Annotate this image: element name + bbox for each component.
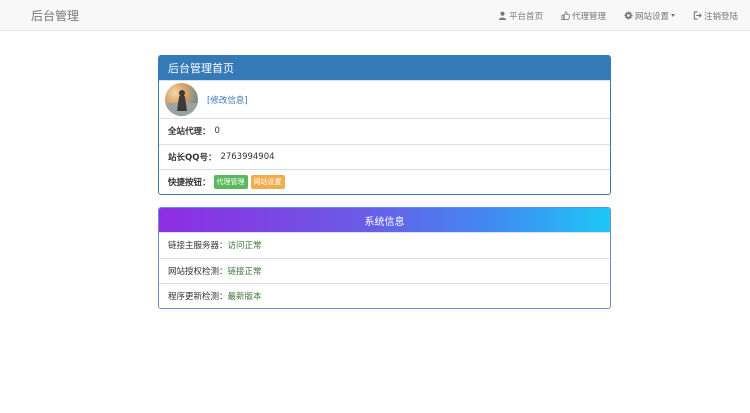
owner-qq-label: 站长QQ号：	[168, 152, 217, 163]
chevron-down-icon	[670, 14, 675, 17]
top-navbar: 后台管理 平台首页 代理管理 网站设置 注销登陆	[0, 0, 750, 31]
nav-item-label: 代理管理	[571, 11, 606, 22]
shortcuts-label: 快捷按钮：	[168, 178, 211, 189]
total-agents-row: 全站代理： 0	[159, 118, 610, 144]
admin-home-panel: 后台管理首页 [修改信息] 全站代理： 0 站长QQ号： 2763994904 …	[158, 55, 611, 195]
nav-item-label: 网站设置	[634, 11, 669, 22]
total-agents-label: 全站代理：	[168, 127, 211, 138]
user-icon	[498, 11, 507, 20]
owner-qq-row: 站长QQ号： 2763994904	[159, 143, 610, 170]
nav-item-platform-home[interactable]: 平台首页	[498, 10, 543, 22]
avatar[interactable]	[165, 83, 198, 116]
nav-item-logout[interactable]: 注销登陆	[693, 10, 738, 22]
agent-manage-button[interactable]: 代理管理	[213, 175, 248, 190]
nav-menu: 平台首页 代理管理 网站设置 注销登陆	[480, 0, 738, 31]
system-info-label: 网站授权检测：	[168, 266, 228, 277]
total-agents-value: 0	[214, 126, 220, 137]
system-info-row: 程序更新检测： 最新版本	[159, 283, 610, 308]
system-info-panel: 系统信息 链接主服务器： 访问正常 网站授权检测： 链接正常 程序更新检测： 最…	[158, 207, 611, 309]
logout-icon	[693, 11, 702, 20]
brand-title[interactable]: 后台管理	[31, 7, 79, 24]
shortcuts-row: 快捷按钮： 代理管理 网站设置	[159, 169, 610, 194]
avatar-image	[165, 90, 198, 116]
panel-title: 后台管理首页	[159, 56, 610, 80]
profile-row: [修改信息]	[159, 80, 610, 118]
owner-qq-value: 2763994904	[220, 151, 275, 162]
nav-item-label: 平台首页	[508, 11, 543, 22]
nav-item-label: 注销登陆	[703, 11, 738, 22]
system-info-status: 最新版本	[227, 292, 262, 303]
edit-info-link[interactable]: [修改信息]	[207, 94, 248, 106]
system-info-status: 链接正常	[227, 266, 262, 277]
system-info-status: 访问正常	[227, 241, 262, 252]
site-settings-button[interactable]: 网站设置	[250, 175, 285, 190]
thumbs-up-icon	[561, 11, 570, 20]
nav-item-agent-manage[interactable]: 代理管理	[561, 10, 606, 22]
nav-item-site-settings[interactable]: 网站设置	[624, 10, 675, 22]
panel-title: 系统信息	[159, 208, 610, 232]
system-info-row: 链接主服务器： 访问正常	[159, 232, 610, 258]
system-info-row: 网站授权检测： 链接正常	[159, 257, 610, 284]
gear-icon	[624, 11, 633, 20]
system-info-label: 程序更新检测：	[168, 292, 228, 303]
system-info-label: 链接主服务器：	[168, 241, 228, 252]
